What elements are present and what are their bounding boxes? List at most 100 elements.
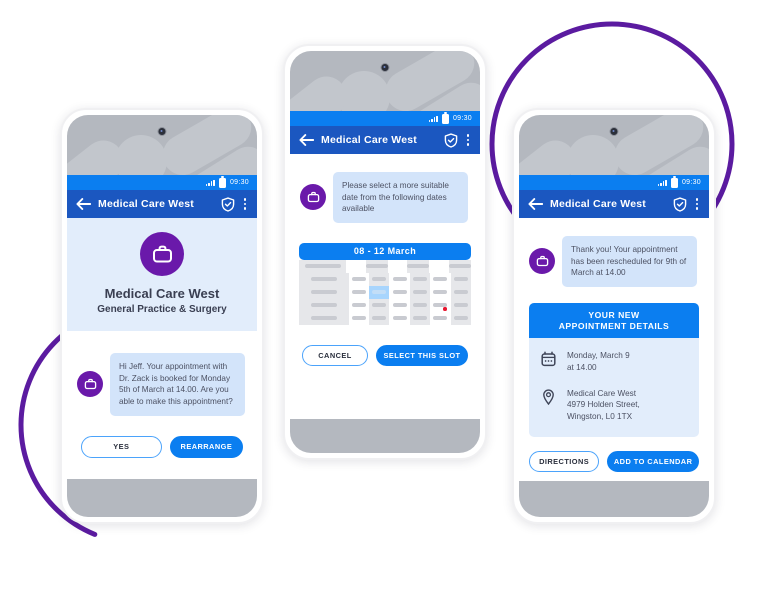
calendar-grid[interactable] [299,259,472,325]
calendar-cell-placeholder [433,316,448,321]
phone2-wallpaper [290,51,480,111]
calendar-cell[interactable] [409,285,431,299]
details-header-line2: APPOINTMENT DETAILS [558,320,670,331]
calendar-cell[interactable] [450,272,471,286]
briefcase-icon [307,192,319,203]
kebab-menu-icon[interactable] [242,198,249,210]
calendar-cell[interactable] [409,311,431,325]
calendar-cell[interactable] [449,259,472,273]
calendar-cell[interactable] [389,298,410,312]
calendar-cell-placeholder [453,316,468,321]
address-line3: Wingston, L0 1TX [567,411,633,421]
calendar-cell[interactable] [368,272,390,286]
calendar-cell[interactable] [299,311,349,325]
kebab-menu-icon[interactable] [465,134,472,146]
wallpaper-blob [67,132,132,175]
kebab-menu-icon[interactable] [694,198,701,210]
calendar-cell-placeholder [304,264,341,269]
add-to-calendar-button[interactable]: ADD TO CALENDAR [607,450,699,472]
calendar-cell[interactable] [389,272,410,286]
calendar-widget: 08 - 12 March [290,222,480,325]
status-bar-time: 09:30 [229,179,249,186]
calendar-cell-placeholder [407,264,430,269]
calendar-week-row [299,272,471,286]
calendar-cell[interactable] [389,285,410,299]
address-line2: 4979 Holden Street, [567,400,640,410]
calendar-cell[interactable] [430,272,451,286]
directions-button[interactable]: DIRECTIONS [529,450,600,472]
calendar-cell[interactable] [346,259,366,273]
back-arrow-icon[interactable] [76,198,91,210]
calendar-week-row [299,259,472,273]
shield-check-icon[interactable] [673,196,687,212]
calendar-cell-placeholder [372,277,387,282]
chat-row: Please select a more suitable date from … [300,172,468,223]
battery-icon [218,176,226,188]
calendar-cell[interactable] [389,311,410,325]
calendar-cell[interactable] [348,272,369,286]
calendar-cell[interactable] [299,298,349,312]
phone-screen-1: 09:30 Medical Care West Medical Care Wes… [67,115,257,517]
calendar-cell[interactable] [430,285,451,299]
calendar-cell-placeholder [412,316,427,321]
button-row: YES REARRANGE [81,435,243,458]
back-arrow-icon[interactable] [528,198,543,210]
shield-check-icon[interactable] [221,196,235,212]
calendar-cell-placeholder [392,316,407,321]
front-camera-icon [609,127,619,136]
phone2-app-bar: Medical Care West [290,126,480,154]
phone1-nav-area [67,479,257,517]
address-line1: Medical Care West [567,388,637,398]
calendar-cell[interactable] [387,259,408,273]
calendar-cell[interactable] [348,311,369,325]
phone-mockup-2: 09:30 Medical Care West Please select a … [283,44,487,460]
clinic-avatar [140,232,184,276]
select-this-slot-button[interactable]: SELECT THIS SLOT [376,344,468,366]
details-row-location: Medical Care West 4979 Holden Street, Wi… [539,388,689,423]
yes-button[interactable]: YES [81,435,162,458]
details-card-body: Monday, March 9 at 14.00 Medical Care We… [529,338,699,437]
status-bar-time: 09:30 [681,179,701,186]
calendar-cell[interactable] [348,298,369,312]
calendar-cell-placeholder [449,264,472,269]
calendar-cell-selected[interactable] [368,285,390,299]
calendar-cell[interactable] [299,285,349,299]
calendar-cell[interactable] [368,298,390,312]
calendar-cell-placeholder [351,290,366,295]
calendar-cell[interactable] [429,259,450,273]
calendar-cell[interactable] [299,272,349,286]
calendar-cell[interactable] [409,272,431,286]
button-row: DIRECTIONS ADD TO CALENDAR [529,450,699,472]
message-bubble: Thank you! Your appointment has been res… [562,236,697,287]
calendar-cell-placeholder [433,290,448,295]
phone-screen-3: 09:30 Medical Care West Thank you! Your … [519,115,709,517]
calendar-cell-placeholder [351,277,366,282]
back-arrow-icon[interactable] [299,134,314,146]
cancel-button[interactable]: CANCEL [302,344,368,366]
calendar-cell[interactable] [430,311,451,325]
calendar-cell-placeholder [453,303,468,308]
calendar-cell[interactable] [430,298,451,312]
calendar-cell[interactable] [407,259,430,273]
battery-icon [441,112,449,124]
phone1-actions: YES REARRANGE [67,416,257,458]
rearrange-button[interactable]: REARRANGE [169,435,243,458]
calendar-week-row [299,298,471,312]
calendar-cell[interactable] [368,311,390,325]
calendar-cell[interactable] [348,285,369,299]
shield-check-icon[interactable] [444,132,458,148]
signal-bars-icon [428,115,438,122]
calendar-cell[interactable] [299,259,347,273]
calendar-cell[interactable] [409,298,431,312]
calendar-cell[interactable] [365,259,388,273]
phone2-actions: CANCEL SELECT THIS SLOT [290,325,480,366]
wallpaper-blob [290,68,355,111]
phone3-actions: DIRECTIONS ADD TO CALENDAR [519,437,709,472]
calendar-cell[interactable] [450,298,471,312]
app-bar-title: Medical Care West [550,198,646,210]
phone1-wallpaper [67,115,257,175]
phone3-nav-area [519,481,709,517]
calendar-cell[interactable] [450,285,471,299]
calendar-week-row [299,285,471,299]
calendar-cell[interactable] [450,311,471,325]
